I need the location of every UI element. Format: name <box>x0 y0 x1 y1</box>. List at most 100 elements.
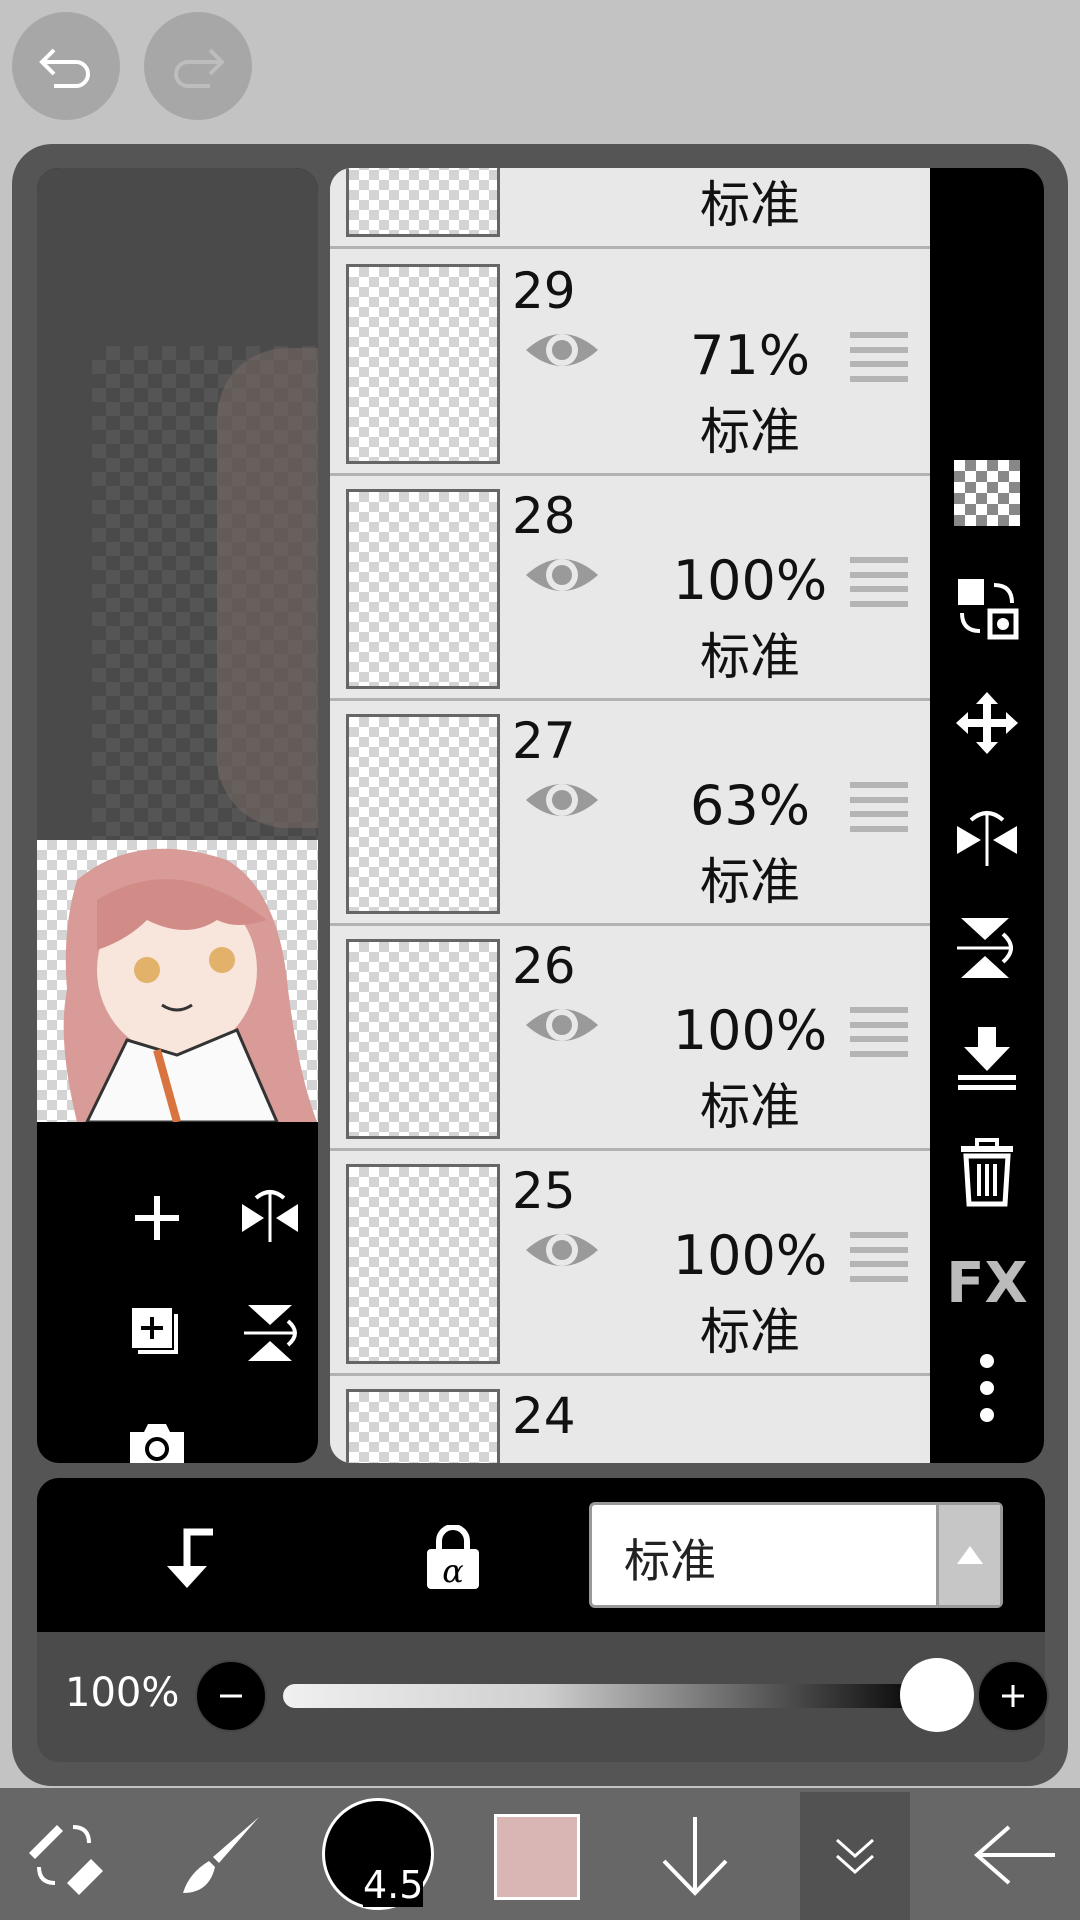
swap-icon <box>958 579 1019 640</box>
brush-button[interactable] <box>176 1810 266 1900</box>
brush-icon <box>183 1817 259 1893</box>
dropdown-button[interactable] <box>936 1505 1000 1605</box>
add-copy-icon <box>130 1306 180 1356</box>
fx-button[interactable]: FX <box>930 1233 1044 1333</box>
eye-icon[interactable] <box>522 999 602 1055</box>
back-button[interactable] <box>970 1810 1060 1900</box>
arrow-left-icon <box>973 1825 1055 1885</box>
layer-blend-mode: 标准 <box>700 853 800 911</box>
more-vertical-icon <box>980 1354 994 1422</box>
layer-row[interactable]: 标准 <box>330 168 930 249</box>
clipping-arrow-icon <box>167 1528 213 1588</box>
add-layer-button[interactable] <box>107 1168 207 1268</box>
move-icon <box>956 692 1018 754</box>
clipping-button[interactable] <box>137 1508 237 1608</box>
drag-handle-icon[interactable] <box>850 1232 908 1282</box>
drag-handle-icon[interactable] <box>850 332 908 382</box>
blend-mode-select[interactable]: 标准 <box>589 1502 1003 1608</box>
layer-opacity: 100% <box>672 549 828 612</box>
layer-thumbnail <box>346 939 500 1139</box>
opacity-increase-button[interactable] <box>977 1660 1049 1732</box>
layer-opacity: 100% <box>672 1224 828 1287</box>
eye-icon[interactable] <box>522 1224 602 1280</box>
flip-vertical-icon <box>244 1305 297 1361</box>
layer-row[interactable]: 27 63% 标准 <box>330 702 930 926</box>
flip-vertical-icon <box>957 918 1013 978</box>
trash-icon <box>961 1138 1013 1207</box>
camera-button[interactable] <box>107 1396 207 1463</box>
flip-horizontal-button[interactable] <box>220 1168 318 1268</box>
layer-down-button[interactable] <box>650 1810 740 1900</box>
layer-row[interactable]: 25 100% 标准 <box>330 1152 930 1376</box>
layer-row[interactable]: 29 71% 标准 <box>330 252 930 476</box>
move-button[interactable] <box>930 673 1044 773</box>
eye-icon[interactable] <box>522 324 602 380</box>
alpha-lock-icon: α <box>427 1525 479 1590</box>
layer-thumbnail <box>346 489 500 689</box>
layer-number: 29 <box>512 262 576 320</box>
layer-thumbnail <box>346 1164 500 1364</box>
bottom-toolbar: 4.5 <box>0 1788 1080 1920</box>
layer-blend-mode: 标准 <box>700 403 800 461</box>
opacity-slider[interactable] <box>283 1684 933 1708</box>
eye-icon[interactable] <box>522 549 602 605</box>
opacity-value: 100% <box>65 1670 180 1716</box>
pen-eraser-toggle-button[interactable] <box>20 1810 110 1900</box>
collapse-panel-button[interactable] <box>800 1792 910 1920</box>
delete-layer-button[interactable] <box>930 1123 1044 1223</box>
layer-number: 28 <box>512 487 576 545</box>
flip-horizontal-layer-button[interactable] <box>930 788 1044 888</box>
brush-size-button[interactable]: 4.5 <box>322 1798 434 1910</box>
minus-icon <box>220 1694 242 1698</box>
checkerboard-icon <box>954 460 1020 526</box>
flip-horizontal-icon <box>242 1190 298 1242</box>
opacity-bar: 100% <box>37 1632 1049 1762</box>
artwork-preview-dark <box>217 348 318 828</box>
undo-button[interactable] <box>12 12 120 120</box>
alpha-lock-button[interactable]: α <box>403 1508 503 1608</box>
layer-blend-mode: 标准 <box>700 1078 800 1136</box>
artwork-thumbnail <box>37 840 318 1124</box>
color-swatch[interactable] <box>494 1814 580 1900</box>
transparency-button[interactable] <box>930 443 1044 543</box>
flip-vertical-button[interactable] <box>220 1283 318 1383</box>
layer-list[interactable]: 标准 29 71% 标准 28 100% 标准 27 63% 标准 26 100… <box>330 168 930 1463</box>
drag-handle-icon[interactable] <box>850 782 908 832</box>
redo-button[interactable] <box>144 12 252 120</box>
triangle-up-icon <box>956 1546 983 1564</box>
swap-layer-button[interactable] <box>930 558 1044 658</box>
duplicate-layer-button[interactable] <box>107 1283 207 1383</box>
drag-handle-icon[interactable] <box>850 557 908 607</box>
merge-down-icon <box>958 1027 1016 1090</box>
drag-handle-icon[interactable] <box>850 1007 908 1057</box>
layer-tools: FX <box>930 168 1044 1463</box>
layer-number: 26 <box>512 937 576 995</box>
layer-row[interactable]: 28 100% 标准 <box>330 477 930 701</box>
redo-icon <box>174 48 225 88</box>
layer-number: 25 <box>512 1162 576 1220</box>
opacity-slider-thumb[interactable] <box>900 1658 974 1732</box>
svg-text:α: α <box>442 1552 464 1590</box>
opacity-decrease-button[interactable] <box>195 1660 267 1732</box>
layer-options-bar: α 标准 <box>37 1478 1045 1632</box>
double-chevron-down-icon <box>836 1838 874 1875</box>
canvas-preview <box>37 168 318 1463</box>
undo-icon <box>39 48 90 88</box>
camera-icon <box>130 1424 184 1463</box>
add-layer-icon <box>135 1196 179 1240</box>
layer-number: 24 <box>512 1387 576 1445</box>
layer-thumbnail <box>346 714 500 914</box>
layer-opacity: 100% <box>672 999 828 1062</box>
layer-opacity: 71% <box>689 324 811 387</box>
layer-row[interactable]: 24 <box>330 1377 930 1463</box>
layer-thumbnail <box>346 168 500 237</box>
layer-row[interactable]: 26 100% 标准 <box>330 927 930 1151</box>
layer-blend-mode: 标准 <box>700 176 800 234</box>
eye-icon[interactable] <box>522 774 602 830</box>
more-options-button[interactable] <box>930 1338 1044 1438</box>
layer-blend-mode: 标准 <box>700 628 800 686</box>
merge-down-button[interactable] <box>930 1008 1044 1108</box>
pen-eraser-swap-icon <box>29 1825 103 1895</box>
flip-vertical-layer-button[interactable] <box>930 898 1044 998</box>
layer-opacity: 63% <box>689 774 811 837</box>
